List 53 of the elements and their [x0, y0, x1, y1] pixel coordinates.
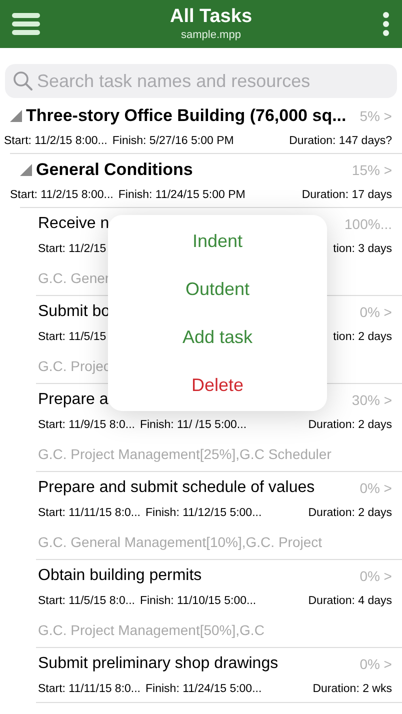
resource-list: G.C. Project Management[25%],G.C Scheduler — [38, 444, 332, 466]
percent-complete: 5% > — [360, 106, 392, 126]
task-name: Receive n — [38, 214, 110, 234]
finish-date: Finish: 11/24/15 5:00 PM — [118, 188, 246, 203]
start-date: Start: 11/2/15 — [38, 242, 106, 257]
start-date: Start: 11/9/15 8:0... — [38, 418, 135, 433]
more-icon[interactable] — [382, 12, 390, 36]
menu-item[interactable]: Delete — [108, 361, 327, 409]
finish-date: Finish: 11/24/15 5:00... — [146, 682, 262, 697]
file-name: sample.mpp — [181, 28, 241, 42]
finish-date: Finish: 11/ /15 5:00... — [140, 418, 247, 433]
percent-complete: 0% > — [360, 566, 392, 586]
start-date: Start: 11/11/15 8:0... — [38, 506, 141, 521]
start-date: Start: 11/11/15 8:0... — [38, 682, 141, 697]
start-date: Start: 11/2/15 8:00... — [4, 134, 108, 149]
resource-list: G.C. Gener — [38, 268, 110, 290]
duration: Duration: 4 days — [308, 594, 392, 609]
task-name: Prepare and submit schedule of values — [38, 478, 315, 498]
menu-item[interactable]: Add task — [108, 313, 327, 361]
start-date: Start: 11/5/15 — [38, 330, 106, 345]
task-name: Submit preliminary shop drawings — [38, 654, 278, 674]
search-field[interactable]: Search task names and resources — [5, 64, 397, 98]
resource-list: G.C. Project Management[50%],G.C — [38, 620, 264, 642]
percent-complete: 0% > — [360, 302, 392, 322]
task-name: General Conditions — [36, 159, 193, 181]
duration: Duration: 2 days — [308, 418, 392, 433]
menu-item[interactable]: Outdent — [108, 265, 327, 313]
percent-complete: 0% > — [360, 654, 392, 674]
screen-title: All Tasks — [170, 6, 252, 28]
duration: Duration: 147 days? — [289, 134, 392, 149]
duration: Duration: 2 days — [308, 506, 392, 521]
duration: tion: 3 days — [333, 242, 392, 257]
task-name: Obtain building permits — [38, 566, 202, 586]
start-date: Start: 11/5/15 8:0... — [38, 594, 135, 609]
task-name: Three-story Office Building (76,000 sq... — [26, 105, 346, 127]
resource-list: G.C. General Management[10%],G.C. Project — [38, 532, 322, 554]
percent-complete: 100%... — [344, 214, 392, 234]
start-date: Start: 11/2/15 8:00... — [10, 188, 114, 203]
resource-list: G.C. Projec — [38, 356, 110, 378]
expanded-triangle-icon[interactable] — [10, 110, 22, 122]
finish-date: Finish: 11/10/15 5:00... — [140, 594, 256, 609]
percent-complete: 15% > — [352, 160, 392, 180]
finish-date: Finish: 5/27/16 5:00 PM — [112, 134, 234, 149]
percent-complete: 30% > — [352, 390, 392, 410]
expanded-triangle-icon[interactable] — [20, 164, 32, 176]
finish-date: Finish: 11/12/15 5:00... — [146, 506, 262, 521]
menu-item[interactable]: Indent — [108, 217, 327, 265]
menu-icon[interactable] — [12, 12, 40, 36]
duration: tion: 2 days — [333, 330, 392, 345]
duration: Duration: 2 wks — [312, 682, 392, 697]
percent-complete: 0% > — [360, 478, 392, 498]
duration: Duration: 17 days — [302, 188, 392, 203]
task-name: Prepare a — [38, 390, 108, 410]
